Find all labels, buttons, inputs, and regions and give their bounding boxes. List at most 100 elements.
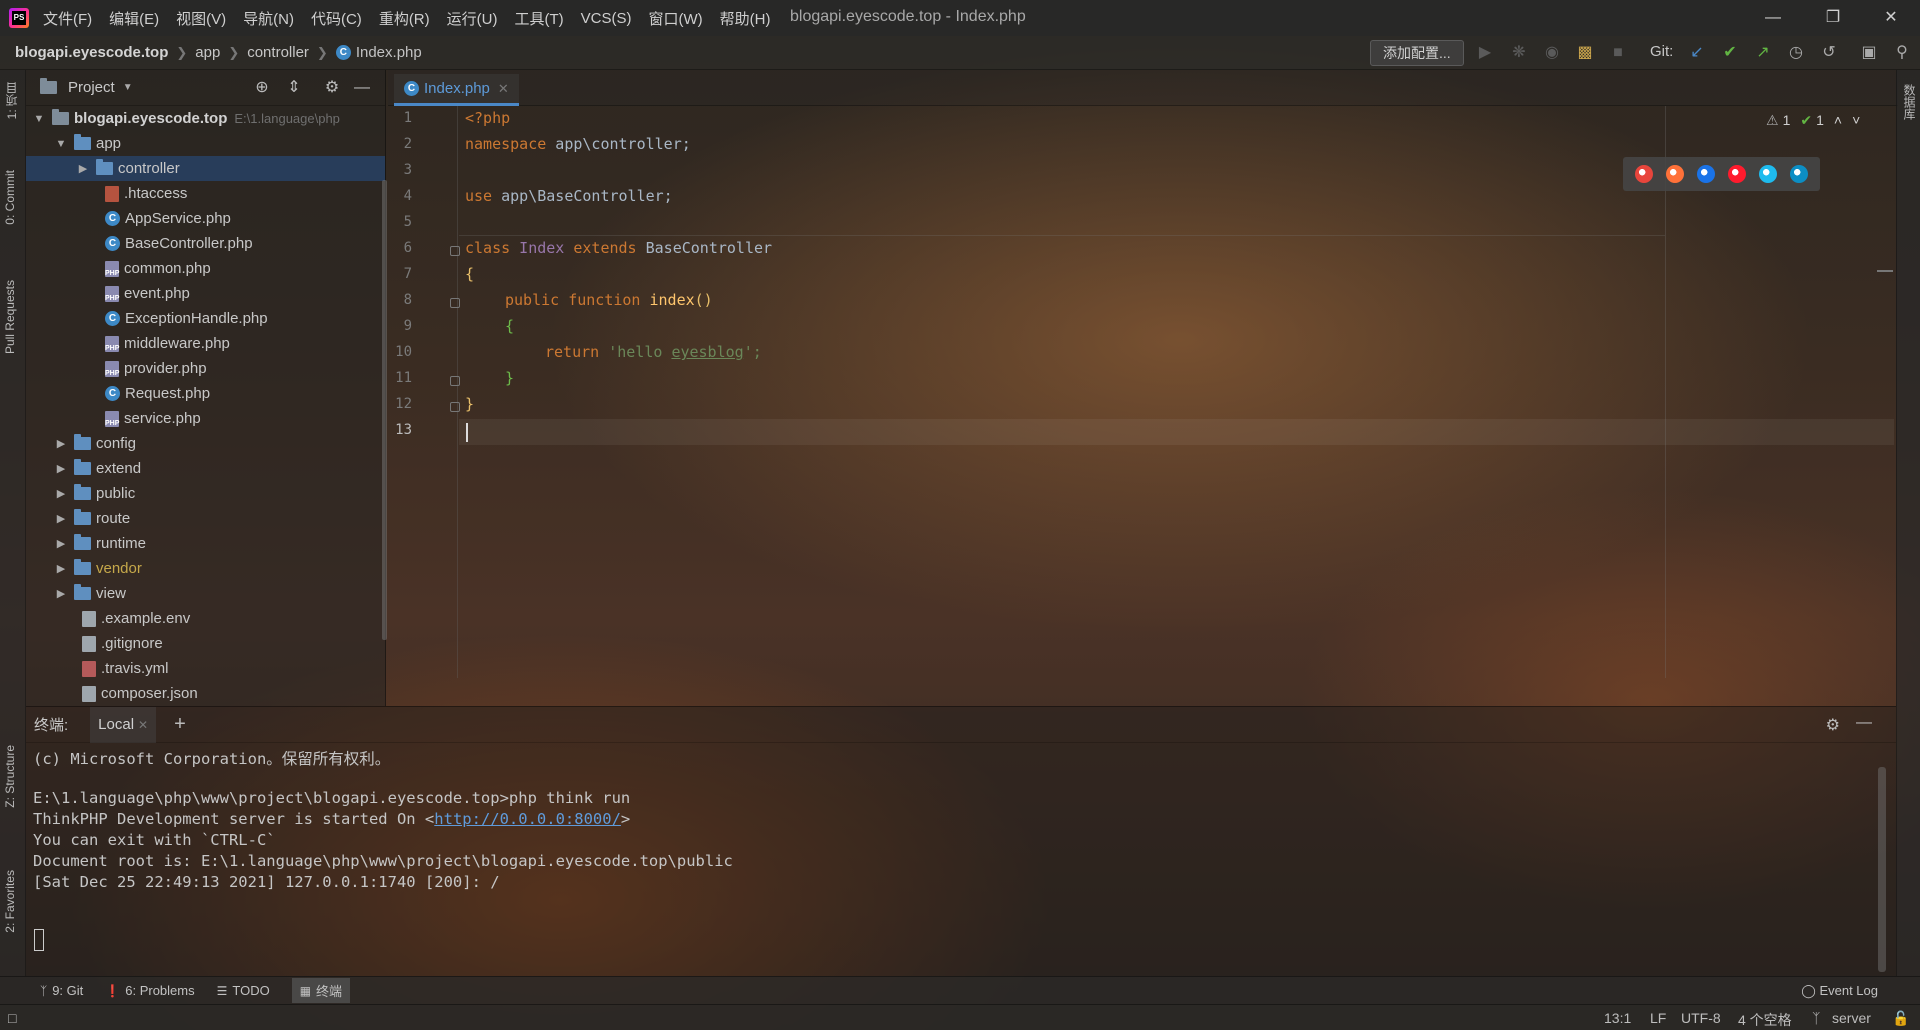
project-view-selector[interactable]: Project [68,79,115,96]
menu-window[interactable]: 窗口(W) [648,8,702,29]
terminal-tab-local[interactable]: Local ✕ [90,706,157,743]
lock-icon[interactable]: 🔓 [1892,1010,1909,1027]
git-push-icon[interactable]: ↗ [1752,42,1774,64]
profile-icon[interactable]: ▩ [1574,42,1596,64]
fold-marker-icon[interactable] [450,402,460,412]
git-commit-icon[interactable]: ✔ [1719,42,1741,64]
tree-item-composer-json[interactable]: composer.json [26,681,385,706]
code-line-9[interactable]: { [505,317,514,335]
menu-edit[interactable]: 编辑(E) [109,8,159,29]
add-terminal-icon[interactable]: + [174,713,186,736]
fold-marker-icon[interactable] [450,376,460,386]
code-line-12[interactable]: } [465,395,474,413]
code-line-1[interactable]: <?php [465,109,510,127]
menu-view[interactable]: 视图(V) [176,8,226,29]
project-structure-icon[interactable]: ▣ [1858,42,1880,64]
indent-setting[interactable]: 4 个空格 [1738,1010,1792,1030]
terminal-tool-button[interactable]: ▦ 终端 [291,978,351,1003]
chevron-down-icon[interactable]: ˅ [1852,112,1860,129]
chevron-down-icon[interactable]: ▼ [123,82,133,93]
tree-item-config[interactable]: ▶ config [26,431,385,456]
code-line-8[interactable]: public function index() [505,291,713,309]
tree-item-example-env[interactable]: .example.env [26,606,385,631]
menu-refactor[interactable]: 重构(R) [379,8,430,29]
project-tool-tab[interactable]: 1: 项目 [3,82,20,119]
menu-help[interactable]: 帮助(H) [720,8,771,29]
stop-icon[interactable]: ■ [1607,42,1629,64]
internet-explorer-icon[interactable] [1758,165,1777,183]
tree-item-route[interactable]: ▶ route [26,506,385,531]
coverage-icon[interactable]: ◉ [1541,42,1563,64]
minimize-icon[interactable]: — [1750,0,1796,36]
code-line-7[interactable]: { [465,265,474,283]
code-line-6[interactable]: class Index extends BaseController [465,239,772,257]
hide-icon[interactable]: — [1856,714,1872,732]
chrome-icon[interactable] [1635,165,1654,183]
tree-item-controller[interactable]: ▶ controller [26,156,385,181]
caret-position[interactable]: 13:1 [1604,1010,1631,1026]
breadcrumb-app[interactable]: app [195,44,220,61]
favorites-tool-tab[interactable]: 2: Favorites [3,870,17,933]
tree-item-provider[interactable]: PHP provider.php [26,356,385,381]
code-line-2[interactable]: namespace app\controller; [465,135,691,153]
menu-code[interactable]: 代码(C) [311,8,362,29]
menu-vcs[interactable]: VCS(S) [581,10,632,27]
tree-item-view[interactable]: ▶ view [26,581,385,606]
git-branch[interactable]: server [1832,1010,1871,1026]
safari-icon[interactable] [1697,165,1716,183]
layout-toggle-icon[interactable]: □ [8,1010,16,1026]
restore-icon[interactable]: ❐ [1810,0,1856,36]
event-log-button[interactable]: ◯ Event Log [1801,983,1878,999]
server-url-link[interactable]: http://0.0.0.0:8000/ [434,810,621,828]
breadcrumb-controller[interactable]: controller [247,44,309,61]
tree-item-exceptionhandle[interactable]: C ExceptionHandle.php [26,306,385,331]
gear-icon[interactable]: ⚙ [1826,715,1840,735]
pull-requests-tool-tab[interactable]: Pull Requests [3,280,17,354]
debug-icon[interactable]: ❋ [1508,42,1530,64]
database-tool-tab[interactable]: 数据库 [1901,84,1918,120]
code-line-4[interactable]: use app\BaseController; [465,187,673,205]
tree-item-event[interactable]: PHP event.php [26,281,385,306]
code-line-11[interactable]: } [505,369,514,387]
tab-index-php[interactable]: C Index.php ✕ [394,74,519,106]
tree-item-appservice[interactable]: C AppService.php [26,206,385,231]
menu-file[interactable]: 文件(F) [43,8,92,29]
tree-item-app[interactable]: ▼ app [26,131,385,156]
locate-icon[interactable]: ⊕ [252,78,272,98]
close-icon[interactable]: ✕ [138,718,148,732]
inspection-widget[interactable]: ⚠ 1 ✔ 1 ˄ ˅ [1766,112,1860,129]
fold-marker-icon[interactable] [450,246,460,256]
close-icon[interactable]: ✕ [1868,0,1914,36]
add-configuration-button[interactable]: 添加配置... [1370,40,1464,66]
fold-marker-icon[interactable] [450,298,460,308]
tree-item-common[interactable]: PHP common.php [26,256,385,281]
tree-item-extend[interactable]: ▶ extend [26,456,385,481]
tree-item-vendor[interactable]: ▶ vendor [26,556,385,581]
git-tool-button[interactable]: ᛉ 9: Git [40,983,83,998]
opera-icon[interactable] [1727,165,1746,183]
gear-icon[interactable]: ⚙ [322,78,342,98]
breadcrumb-file[interactable]: Index.php [356,44,422,61]
rollback-icon[interactable]: ↺ [1818,42,1840,64]
tree-item-middleware[interactable]: PHP middleware.php [26,331,385,356]
breadcrumb-project[interactable]: blogapi.eyescode.top [15,44,168,61]
tree-item-basecontroller[interactable]: C BaseController.php [26,231,385,256]
todo-tool-button[interactable]: ☰ TODO [217,983,270,998]
tree-item-travis-yml[interactable]: .travis.yml [26,656,385,681]
structure-tool-tab[interactable]: Z: Structure [3,745,17,808]
menu-run[interactable]: 运行(U) [447,8,498,29]
tree-item-request[interactable]: C Request.php [26,381,385,406]
close-icon[interactable]: ✕ [498,81,509,97]
tree-item-runtime[interactable]: ▶ runtime [26,531,385,556]
tree-item-public[interactable]: ▶ public [26,481,385,506]
tree-item-htaccess[interactable]: .htaccess [26,181,385,206]
git-update-icon[interactable]: ↙ [1686,42,1708,64]
history-icon[interactable]: ◷ [1785,42,1807,64]
edge-icon[interactable] [1789,165,1808,183]
code-line-10[interactable]: return 'hello eyesblog'; [545,343,762,361]
project-scrollbar[interactable] [382,180,387,640]
hide-icon[interactable]: — [352,78,372,98]
firefox-icon[interactable] [1666,165,1685,183]
chevron-up-icon[interactable]: ˄ [1834,112,1842,129]
problems-tool-button[interactable]: ❗ 6: Problems [105,983,194,998]
